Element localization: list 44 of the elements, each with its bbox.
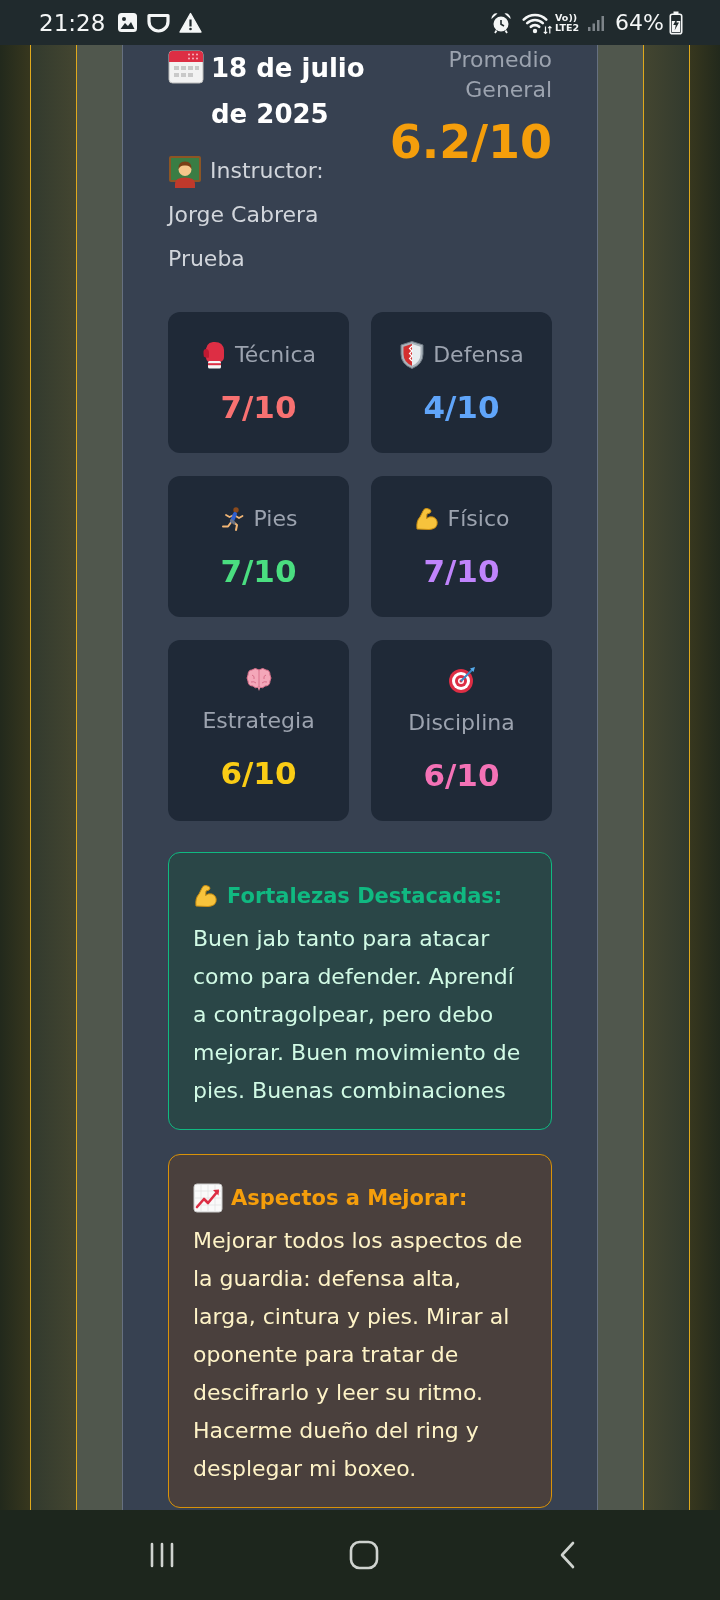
network-label: Vo)): [555, 12, 579, 23]
home-icon[interactable]: [349, 1540, 379, 1570]
target-icon: [447, 666, 476, 694]
calendar-icon: [168, 50, 204, 84]
runner-icon: [219, 505, 246, 532]
stat-score: 7/10: [219, 553, 298, 589]
average-label: Promedio General: [447, 46, 552, 104]
stat-label: Estrategia: [202, 707, 315, 735]
session-date: 18 de julio de 2025: [211, 52, 366, 131]
stat-score: 4/10: [422, 389, 501, 425]
strengths-title: Fortalezas Destacadas:: [227, 883, 503, 910]
stat-label: Técnica: [235, 341, 316, 369]
stat-score: 7/10: [219, 389, 298, 425]
shield-icon: [399, 339, 426, 370]
alarm-clock-icon: [490, 11, 513, 34]
flexed-arm-icon: [413, 505, 440, 532]
teacher-icon: [168, 154, 202, 188]
improvements-text: Mejorar todos los aspectos de la guardia: defensa alta, larga, cintura y pies. Mirar al oponente para tratar de descifrarlo y leer su ritmo. Hacerme dueño del ring y desplegar mi boxeo.: [193, 1227, 524, 1483]
boxing-glove-icon: [201, 339, 227, 370]
instructor-name: Jorge Cabrera Prueba: [168, 201, 320, 273]
stat-score: 6/10: [422, 757, 501, 793]
stat-score: 7/10: [422, 553, 501, 589]
recent-apps-icon[interactable]: [149, 1541, 175, 1569]
flexed-arm-icon: [193, 883, 219, 909]
stat-label: Disciplina: [408, 709, 515, 737]
brain-icon: [244, 666, 273, 692]
back-icon[interactable]: [558, 1540, 576, 1570]
network-label: LTE2: [555, 22, 580, 33]
stat-score: 6/10: [219, 755, 298, 791]
average-score: 6.2/10: [388, 115, 552, 170]
battery-percent: 64%: [615, 9, 664, 36]
strengths-text: Buen jab tanto para atacar como para defender. Aprendí a contragolpear, pero debo mejorar. Buen movimiento de pies. Buenas combinaciones: [193, 925, 522, 1105]
improvements-title: Aspectos a Mejorar:: [231, 1185, 468, 1212]
stat-label: Físico: [447, 505, 510, 533]
stat-label: Pies: [253, 505, 298, 533]
chart-up-icon: [193, 1183, 223, 1213]
battery-charging-icon: [669, 10, 683, 35]
bowl-icon: [146, 11, 172, 34]
instructor-label: Instructor:: [210, 157, 324, 185]
warning-icon: [179, 12, 203, 33]
signal-icon: [587, 13, 605, 32]
image-icon: [117, 12, 139, 33]
status-time: 21:28: [39, 9, 106, 36]
stat-label: Defensa: [433, 341, 524, 369]
